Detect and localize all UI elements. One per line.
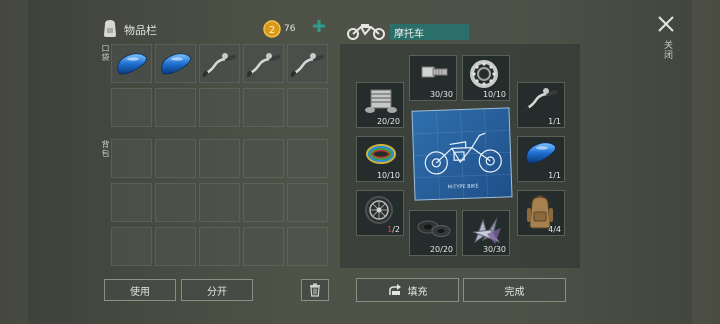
crafting-part-slot[interactable]: 10/10 (462, 55, 510, 101)
backpack-slot[interactable] (111, 139, 152, 178)
backpack-slot[interactable] (199, 227, 240, 266)
pocket-slot[interactable] (155, 44, 196, 83)
engine-icon (363, 86, 399, 116)
crafting-part-slot[interactable]: 10/10 (356, 136, 404, 182)
fuel-tank-icon (524, 140, 558, 166)
backpack-slot[interactable] (155, 139, 196, 178)
bolt-icon (416, 59, 452, 87)
coin-icon: 2 (263, 20, 281, 38)
backpack-header-icon (100, 18, 120, 38)
part-count: 10/10 (376, 171, 400, 180)
wires-icon (363, 140, 399, 168)
fuel-tank-icon (115, 51, 149, 77)
part-count: 30/30 (482, 245, 506, 254)
complete-button[interactable]: 完成 (463, 278, 566, 302)
part-count: 30/30 (429, 90, 453, 99)
part-count: 10/10 (482, 90, 506, 99)
handlebar-icon (524, 86, 558, 112)
backpack-slot[interactable] (155, 227, 196, 266)
inventory-title: 物品栏 (124, 24, 157, 37)
auto-fill-icon (388, 284, 404, 296)
fill-button[interactable]: 填充 (356, 278, 459, 302)
metal-scraps-icon (469, 214, 505, 246)
svg-text:2: 2 (269, 25, 275, 36)
part-count: 4/4 (548, 225, 561, 234)
part-count: 1/2 (387, 225, 400, 234)
pocket-slot[interactable] (243, 44, 284, 83)
split-button[interactable]: 分开 (181, 279, 253, 301)
crafting-part-slot[interactable]: 1/1 (517, 82, 565, 128)
backpack-slot[interactable] (199, 139, 240, 178)
backpack-slot[interactable] (243, 139, 284, 178)
backpack-slot[interactable] (199, 183, 240, 222)
part-count: 20/20 (376, 117, 400, 126)
pocket-slot[interactable] (111, 44, 152, 83)
crafting-part-slot[interactable]: 20/20 (356, 82, 404, 128)
coin-count: 76 (284, 24, 296, 34)
crafting-part-slot[interactable]: 20/20 (409, 210, 457, 256)
motorcycle-blueprint: M-TYPE BIKE (411, 107, 513, 201)
fill-label: 填充 (407, 286, 428, 298)
blueprint-caption: M-TYPE BIKE (448, 183, 479, 190)
backpack-label: 背包 (101, 140, 110, 158)
backpack-slot[interactable] (287, 139, 328, 178)
crafting-part-slot[interactable]: 1/2 (356, 190, 404, 236)
crafting-part-slot[interactable]: 30/30 (409, 55, 457, 101)
pocket-slot-empty[interactable] (243, 88, 284, 127)
crafting-part-slot[interactable]: 4/4 (517, 190, 565, 236)
handlebar-icon (291, 51, 325, 77)
pocket-slot[interactable] (199, 44, 240, 83)
handlebar-icon (203, 51, 237, 77)
backpack-slot[interactable] (111, 183, 152, 222)
wheel-icon (363, 194, 395, 226)
pocket-slot-empty[interactable] (155, 88, 196, 127)
backpack-slot[interactable] (287, 183, 328, 222)
bearing-icon (469, 59, 499, 89)
close-button[interactable] (657, 15, 675, 33)
handlebar-icon (247, 51, 281, 77)
use-button[interactable]: 使用 (104, 279, 176, 301)
motorcycle-icon (345, 22, 387, 40)
close-label: 关闭 (662, 40, 672, 60)
close-icon (657, 15, 675, 33)
pocket-slot-empty[interactable] (111, 88, 152, 127)
pocket-slot-empty[interactable] (287, 88, 328, 127)
pocket-label: 口袋 (101, 44, 110, 62)
pocket-slot[interactable] (287, 44, 328, 83)
crafting-title-bar: 摩托车 (390, 24, 469, 40)
backpack-slot[interactable] (243, 227, 284, 266)
fuel-tank-icon (159, 51, 193, 77)
add-coins-button[interactable] (312, 19, 326, 33)
crafting-title: 摩托车 (394, 29, 424, 40)
crafting-part-slot[interactable]: 30/30 (462, 210, 510, 256)
part-count: 1/1 (548, 171, 561, 180)
trash-icon (309, 283, 321, 297)
part-count: 20/20 (429, 245, 453, 254)
backpack-slot[interactable] (155, 183, 196, 222)
backpack-slot[interactable] (243, 183, 284, 222)
backpack-slot[interactable] (111, 227, 152, 266)
gasket-icon (416, 214, 452, 240)
part-count-total: /2 (392, 225, 400, 234)
trash-button[interactable] (301, 279, 329, 301)
crafting-part-slot[interactable]: 1/1 (517, 136, 565, 182)
pocket-slot-empty[interactable] (199, 88, 240, 127)
part-count: 1/1 (548, 117, 561, 126)
backpack-slot[interactable] (287, 227, 328, 266)
